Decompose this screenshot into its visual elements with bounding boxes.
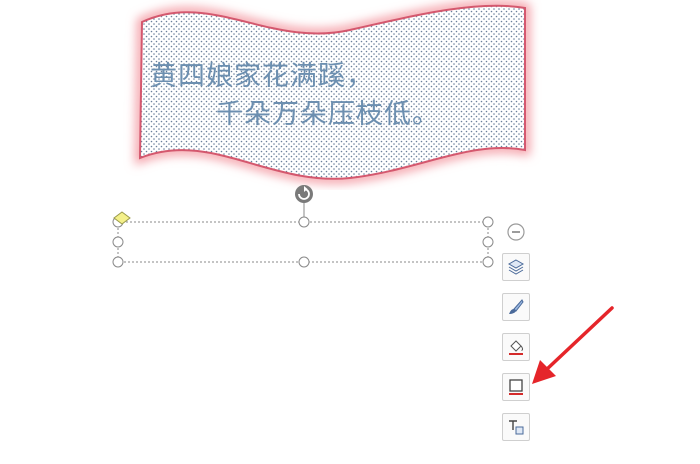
annotation-arrow <box>532 306 614 384</box>
layers-icon <box>507 259 525 275</box>
resize-handle-bottom-left[interactable] <box>112 256 124 268</box>
resize-handle-left[interactable] <box>112 236 124 248</box>
selection-border <box>117 221 489 263</box>
layers-button[interactable] <box>502 253 530 281</box>
text-box-button[interactable] <box>502 413 530 441</box>
poem-line-1: 黄四娘家花满蹊， <box>150 61 374 92</box>
text-box-icon <box>509 420 524 435</box>
resize-handle-top-right[interactable] <box>482 216 494 228</box>
rotate-handle-icon[interactable] <box>295 185 313 203</box>
selected-text-box[interactable] <box>108 184 508 276</box>
poem-line-2: 千朵万朵压枝低。 <box>216 99 440 130</box>
minus-circle-icon[interactable] <box>506 222 526 242</box>
resize-handle-top[interactable] <box>298 216 310 228</box>
resize-handle-right[interactable] <box>482 236 494 248</box>
resize-handle-bottom[interactable] <box>298 256 310 268</box>
resize-handle-bottom-right[interactable] <box>482 256 494 268</box>
